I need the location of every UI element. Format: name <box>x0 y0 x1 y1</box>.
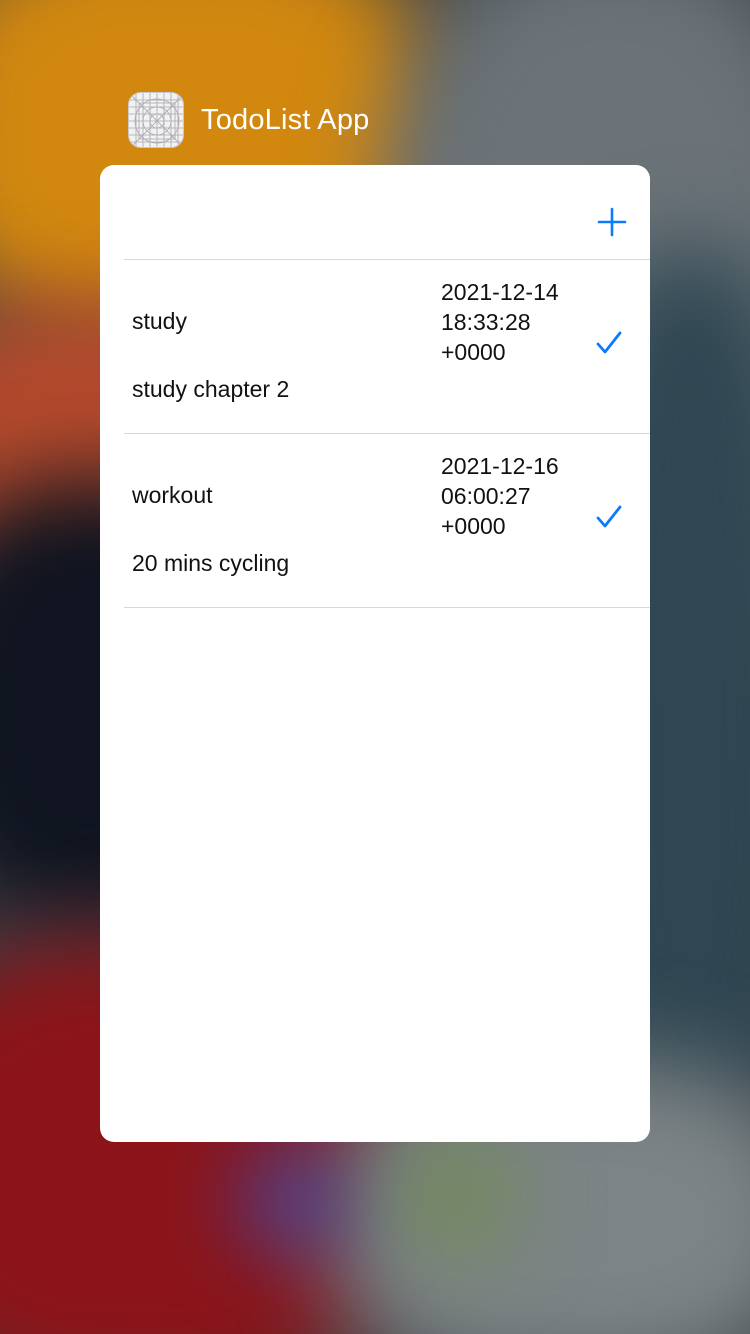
todo-title: workout <box>132 482 213 508</box>
todo-date: 2021-12-16 06:00:27 +0000 <box>441 453 559 539</box>
todo-title: study <box>132 308 187 334</box>
add-todo-button[interactable] <box>597 207 627 237</box>
todo-row[interactable]: workout 20 mins cycling 2021-12-16 06:00… <box>124 434 650 608</box>
checkmark-icon[interactable] <box>596 504 622 530</box>
todo-description: study chapter 2 <box>132 376 290 402</box>
app-card[interactable]: study study chapter 2 2021-12-14 18:33:2… <box>100 165 650 1142</box>
todo-row[interactable]: study study chapter 2 2021-12-14 18:33:2… <box>124 260 650 434</box>
navigation-bar <box>124 165 650 260</box>
app-icon <box>128 92 184 148</box>
app-title: TodoList App <box>201 103 370 136</box>
app-switcher-header[interactable]: TodoList App <box>128 92 369 148</box>
plus-icon <box>597 207 627 237</box>
checkmark-icon[interactable] <box>596 330 622 356</box>
todo-description: 20 mins cycling <box>132 550 290 576</box>
todo-date: 2021-12-14 18:33:28 +0000 <box>441 279 559 365</box>
